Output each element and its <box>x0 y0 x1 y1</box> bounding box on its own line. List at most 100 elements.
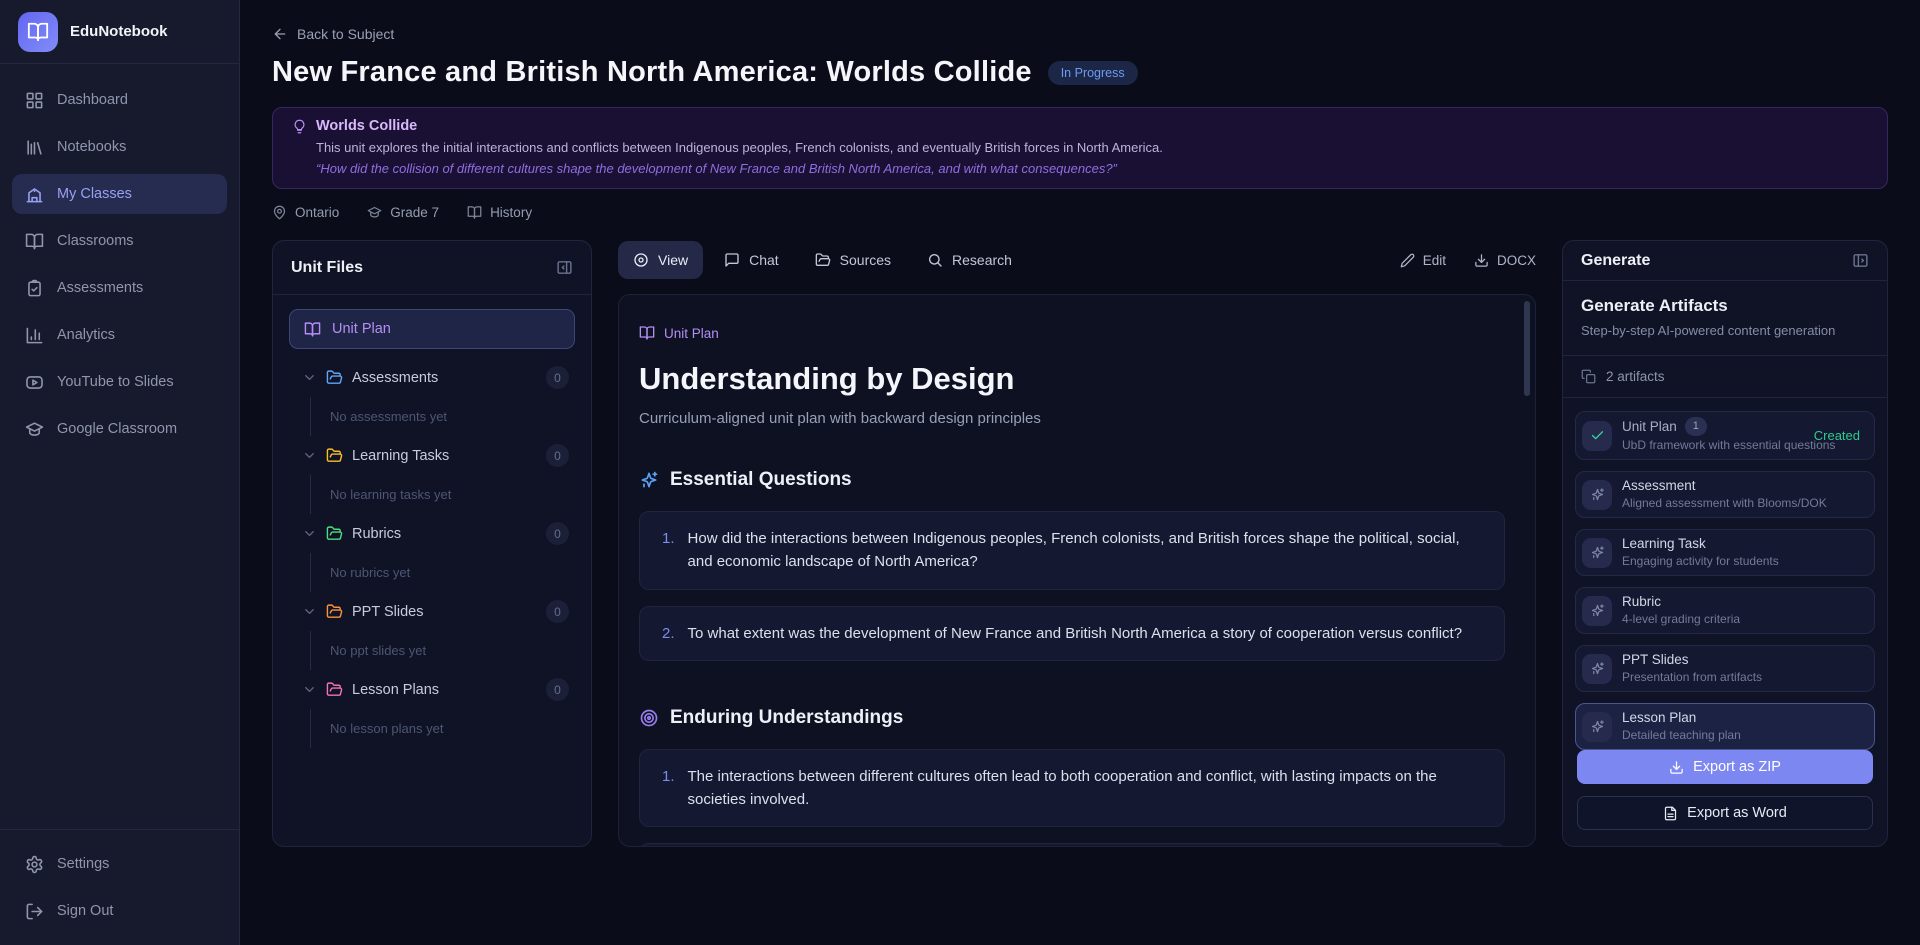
export-word-button[interactable]: Export as Word <box>1577 796 1873 830</box>
document-scrollbar[interactable] <box>1524 301 1530 396</box>
collapse-generate-panel-button[interactable] <box>1852 252 1869 269</box>
folder-count-badge: 0 <box>546 600 569 623</box>
sparkle-icon <box>1582 538 1612 568</box>
sidebar-item-label: Dashboard <box>57 92 128 108</box>
target-icon <box>639 708 659 728</box>
generate-panel: Generate Generate Artifacts Step-by-step… <box>1562 240 1888 847</box>
sidebar-item-label: My Classes <box>57 186 132 202</box>
folder-open-icon <box>326 369 343 386</box>
app-name: EduNotebook <box>70 23 168 40</box>
generate-heading: Generate Artifacts <box>1581 296 1869 316</box>
export-zip-button[interactable]: Export as ZIP <box>1577 750 1873 784</box>
sidebar-item-sign-out[interactable]: Sign Out <box>12 891 227 931</box>
artifact-count: 2 artifacts <box>1606 369 1665 384</box>
generate-subheading: Step-by-step AI-powered content generati… <box>1581 323 1869 338</box>
sparkle-icon <box>1582 654 1612 684</box>
document-column: View Chat Sources Research Edit DOCX Uni… <box>618 240 1536 847</box>
question-card: 1. How did the interactions between Indi… <box>639 511 1505 590</box>
export-actions: Export as ZIP Export as Word <box>1563 750 1887 846</box>
panel-collapse-icon <box>556 259 573 276</box>
artifact-rubric[interactable]: Rubric 4-level grading criteria <box>1575 587 1875 634</box>
back-to-subject-link[interactable]: Back to Subject <box>272 26 394 42</box>
sidebar-item-dashboard[interactable]: Dashboard <box>12 80 227 120</box>
book-open-icon <box>639 325 655 341</box>
artifact-assessment[interactable]: Assessment Aligned assessment with Bloom… <box>1575 471 1875 518</box>
generate-intro: Generate Artifacts Step-by-step AI-power… <box>1563 281 1887 356</box>
sparkle-icon <box>1582 480 1612 510</box>
folder-rubrics[interactable]: Rubrics 0 <box>289 514 575 553</box>
meta-subject: History <box>467 205 532 220</box>
copy-icon <box>1581 369 1596 384</box>
artifact-status: Created <box>1814 428 1864 443</box>
app-logo-icon <box>18 12 58 52</box>
tab-view[interactable]: View <box>618 241 703 279</box>
artifact-unit-plan[interactable]: Unit Plan1 UbD framework with essential … <box>1575 411 1875 460</box>
sidebar-item-youtube-to-slides[interactable]: YouTube to Slides <box>12 362 227 402</box>
unit-essential-question: “How did the collision of different cult… <box>316 161 1868 176</box>
sidebar-item-my-classes[interactable]: My Classes <box>12 174 227 214</box>
sidebar-item-google-classroom[interactable]: Google Classroom <box>12 409 227 449</box>
folder-empty-text: No lesson plans yet <box>310 709 575 748</box>
folder-learning-tasks[interactable]: Learning Tasks 0 <box>289 436 575 475</box>
status-badge: In Progress <box>1048 61 1138 85</box>
lightbulb-icon <box>292 119 307 134</box>
file-text-icon <box>1663 806 1678 821</box>
view-icon <box>633 252 649 268</box>
arrow-left-icon <box>272 26 288 42</box>
sidebar-item-analytics[interactable]: Analytics <box>12 315 227 355</box>
file-item-unit-plan[interactable]: Unit Plan <box>289 309 575 349</box>
folder-empty-text: No assessments yet <box>310 397 575 436</box>
understanding-card-clipped <box>639 843 1505 847</box>
folder-open-icon <box>326 447 343 464</box>
docx-download-button[interactable]: DOCX <box>1474 253 1536 268</box>
artifact-ppt-slides[interactable]: PPT Slides Presentation from artifacts <box>1575 645 1875 692</box>
folder-count-badge: 0 <box>546 678 569 701</box>
folder-open-icon <box>815 252 831 268</box>
book-open-icon <box>304 321 321 338</box>
edit-button[interactable]: Edit <box>1400 253 1446 268</box>
sidebar-nav: Dashboard Notebooks My Classes Classroom… <box>0 64 239 465</box>
book-icon <box>467 205 482 220</box>
sidebar-item-label: Notebooks <box>57 139 126 155</box>
folder-count-badge: 0 <box>546 366 569 389</box>
artifact-count-badge: 1 <box>1685 417 1707 436</box>
chevron-down-icon <box>302 370 317 385</box>
pencil-icon <box>1400 253 1415 268</box>
understanding-card: 1. The interactions between different cu… <box>639 749 1505 828</box>
tab-sources[interactable]: Sources <box>800 241 906 279</box>
graduation-cap-icon <box>367 205 382 220</box>
main-content: Back to Subject New France and British N… <box>240 0 1920 945</box>
unit-overview-title: Worlds Collide <box>316 118 417 134</box>
sidebar-item-assessments[interactable]: Assessments <box>12 268 227 308</box>
app-logo-row: EduNotebook <box>0 0 239 64</box>
folder-open-icon <box>326 681 343 698</box>
folder-lesson-plans[interactable]: Lesson Plans 0 <box>289 670 575 709</box>
folder-assessments[interactable]: Assessments 0 <box>289 358 575 397</box>
document-type-label: Unit Plan <box>639 325 1505 341</box>
document-viewer: Unit Plan Understanding by Design Curric… <box>618 294 1536 847</box>
collapse-files-panel-button[interactable] <box>556 259 573 276</box>
sidebar-item-label: Assessments <box>57 280 143 296</box>
folder-open-icon <box>326 603 343 620</box>
tab-chat[interactable]: Chat <box>709 241 794 279</box>
artifact-lesson-plan[interactable]: Lesson Plan Detailed teaching plan <box>1575 703 1875 750</box>
panel-collapse-icon <box>1852 252 1869 269</box>
sidebar-item-label: Sign Out <box>57 903 113 919</box>
folder-empty-text: No ppt slides yet <box>310 631 575 670</box>
sparkle-icon <box>1582 712 1612 742</box>
sidebar-item-notebooks[interactable]: Notebooks <box>12 127 227 167</box>
download-icon <box>1474 253 1489 268</box>
artifact-list: Unit Plan1 UbD framework with essential … <box>1563 398 1887 750</box>
sidebar-item-label: Analytics <box>57 327 115 343</box>
map-pin-icon <box>272 205 287 220</box>
sidebar-item-classrooms[interactable]: Classrooms <box>12 221 227 261</box>
chevron-down-icon <box>302 604 317 619</box>
folder-count-badge: 0 <box>546 444 569 467</box>
sparkles-icon <box>639 470 659 490</box>
sidebar-item-settings[interactable]: Settings <box>12 844 227 884</box>
document-subtitle: Curriculum-aligned unit plan with backwa… <box>639 410 1505 427</box>
artifact-learning-task[interactable]: Learning Task Engaging activity for stud… <box>1575 529 1875 576</box>
folder-ppt-slides[interactable]: PPT Slides 0 <box>289 592 575 631</box>
tab-research[interactable]: Research <box>912 241 1027 279</box>
unit-overview-description: This unit explores the initial interacti… <box>316 140 1868 155</box>
